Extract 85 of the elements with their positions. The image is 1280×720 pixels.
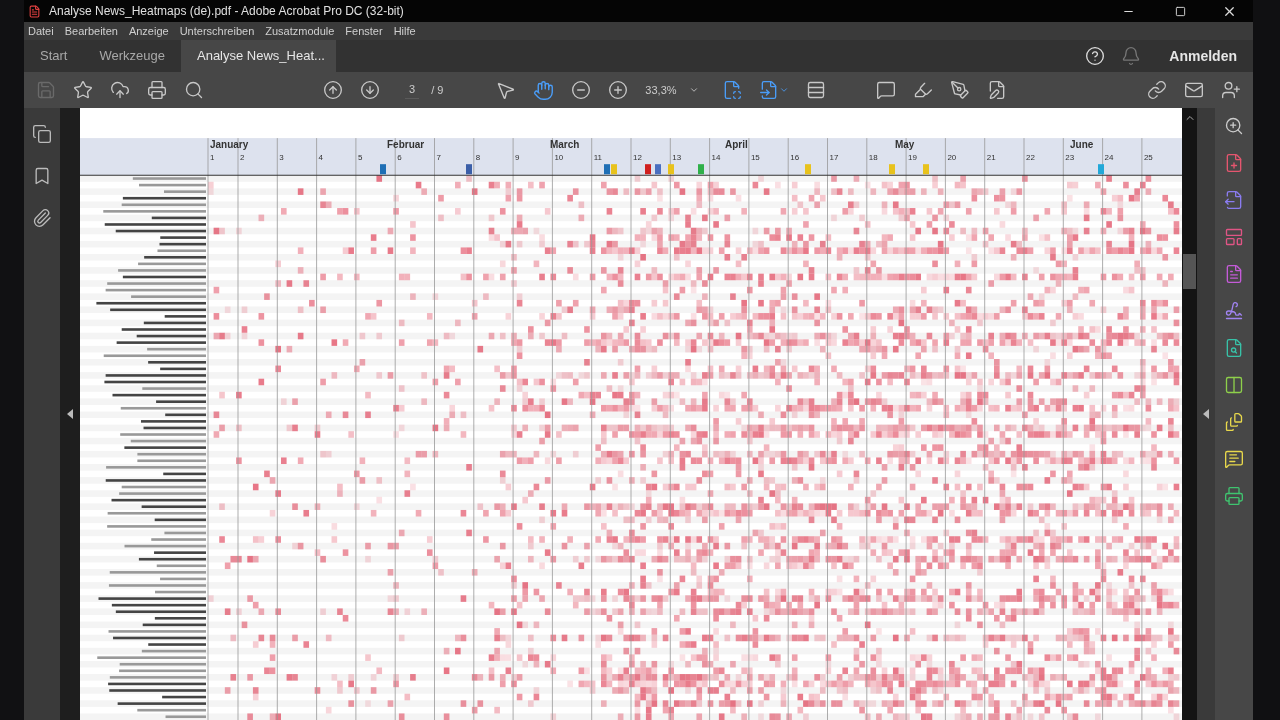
zoom-dropdown[interactable]: 33,3% <box>645 81 706 99</box>
pages-icon[interactable] <box>32 124 52 144</box>
bell-icon[interactable] <box>1121 46 1142 66</box>
sign-in-button[interactable]: Anmelden <box>1169 45 1237 67</box>
week-number: 12 <box>633 153 642 163</box>
month-label: June <box>1070 139 1094 151</box>
mail-icon[interactable] <box>1184 80 1204 100</box>
week-number: 11 <box>593 153 602 163</box>
week-number: 21 <box>986 153 996 163</box>
search-icon[interactable] <box>184 80 204 100</box>
comment-icon[interactable] <box>1224 449 1244 469</box>
week-number: 17 <box>829 153 839 163</box>
layout-icon[interactable] <box>1224 227 1244 247</box>
week-number: 4 <box>318 153 324 163</box>
file-stack-icon[interactable] <box>1224 412 1244 432</box>
menu-item[interactable]: Fenster <box>345 22 383 40</box>
page-view-dropdown[interactable] <box>759 80 790 100</box>
document-icon[interactable] <box>1224 264 1244 284</box>
print-icon[interactable] <box>147 80 167 100</box>
week-number: 19 <box>908 153 917 163</box>
week-number: 1 <box>210 153 215 163</box>
link-icon[interactable] <box>1147 80 1167 100</box>
paperclip-icon[interactable] <box>32 208 52 228</box>
file-search-icon[interactable] <box>1224 338 1244 358</box>
help-icon[interactable] <box>1085 46 1106 66</box>
page-total: / 9 <box>431 82 444 98</box>
week-number: 8 <box>475 153 481 163</box>
star-icon[interactable] <box>73 80 93 100</box>
week-number: 13 <box>672 153 682 163</box>
week-number: 25 <box>1143 153 1153 163</box>
tab[interactable]: Start <box>24 40 84 72</box>
hand-tool[interactable] <box>533 79 555 101</box>
menu-item[interactable]: Bearbeiten <box>64 22 118 40</box>
pen-icon[interactable] <box>950 80 971 100</box>
file-plus-icon[interactable] <box>1224 153 1244 173</box>
maximize-icon[interactable] <box>1175 5 1186 17</box>
week-number: 7 <box>436 153 441 163</box>
menu-item[interactable]: Zusatzmodule <box>265 22 335 40</box>
zoom-search-icon[interactable] <box>1224 116 1244 136</box>
file-export-icon[interactable] <box>1224 190 1244 210</box>
week-number: 3 <box>279 153 284 163</box>
month-label: April <box>725 139 748 151</box>
tab[interactable]: Analyse News_Heat... <box>181 40 336 72</box>
tab[interactable]: Werkzeuge <box>83 40 181 72</box>
month-label: January <box>210 139 249 151</box>
scrollbar-thumb[interactable] <box>1183 254 1196 289</box>
comment-icon[interactable] <box>876 80 897 100</box>
week-number: 6 <box>397 153 402 163</box>
next-page-icon[interactable] <box>360 80 380 100</box>
signature-icon[interactable] <box>1224 301 1244 321</box>
menu-item[interactable]: Datei <box>28 22 54 40</box>
month-label: Februar <box>387 139 425 151</box>
week-number: 20 <box>947 153 957 163</box>
week-number: 15 <box>750 153 760 163</box>
week-number: 22 <box>1026 153 1035 163</box>
collapse-right-icon[interactable] <box>1203 409 1209 419</box>
week-number: 16 <box>790 153 800 163</box>
month-label: May <box>895 139 915 151</box>
menu-item[interactable]: Anzeige <box>128 22 169 40</box>
week-number: 18 <box>868 153 878 163</box>
week-number: 14 <box>711 153 721 163</box>
collapse-left-icon[interactable] <box>67 409 73 419</box>
cloud-upload-icon[interactable] <box>110 80 130 100</box>
add-user-icon[interactable] <box>1221 80 1241 100</box>
caret-icon[interactable] <box>688 85 699 95</box>
week-number: 24 <box>1104 153 1114 163</box>
zoom-out-icon[interactable] <box>571 80 592 100</box>
menu-item[interactable]: Hilfe <box>393 22 416 40</box>
month-label: March <box>550 139 580 151</box>
week-number: 5 <box>357 153 363 163</box>
window-title: Analyse News_Heatmaps (de).pdf - Adobe Acrobat Pro DC (32-bit) <box>49 3 404 20</box>
scroll-mode-icon[interactable] <box>806 80 827 100</box>
menu-item[interactable]: Unterschreiben <box>179 22 255 40</box>
week-number: 10 <box>554 153 564 163</box>
zoom-in-icon[interactable] <box>608 80 629 100</box>
week-number: 2 <box>240 153 245 163</box>
page-number-field[interactable]: 3 <box>405 81 420 99</box>
highlighter-icon[interactable] <box>913 80 934 100</box>
print-production-icon[interactable] <box>1224 486 1244 506</box>
week-number: 9 <box>515 153 520 163</box>
previous-page-icon[interactable] <box>323 80 343 100</box>
columns-icon[interactable] <box>1224 375 1244 395</box>
week-number: 23 <box>1065 153 1075 163</box>
pdf-icon <box>28 4 41 18</box>
fit-page-icon[interactable] <box>722 80 743 100</box>
